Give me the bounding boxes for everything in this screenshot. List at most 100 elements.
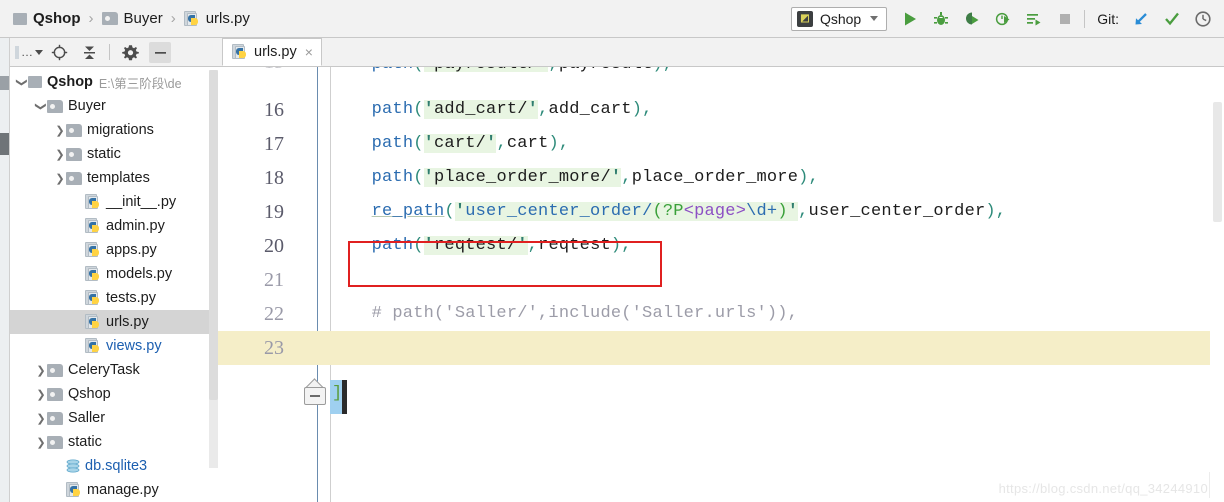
python-file-icon — [66, 482, 82, 498]
settings-gear-button[interactable] — [119, 42, 141, 63]
fold-marker-icon[interactable] — [302, 378, 328, 406]
chevron-right-icon[interactable]: ❯ — [54, 172, 66, 185]
top-toolbar: Qshop › Buyer › urls.py ◩ Qshop Git: — [0, 0, 1224, 38]
project-scrollbar-thumb[interactable] — [209, 70, 218, 400]
line-number: 21 — [264, 269, 284, 291]
tree-node-templates[interactable]: ❯ templates — [10, 166, 218, 190]
python-file-icon — [232, 44, 248, 60]
git-history-icon[interactable] — [1192, 8, 1214, 30]
project-panel-toolbar: … — [10, 38, 218, 67]
code-text: path('cart/',cart), — [371, 134, 570, 153]
chevron-right-icon[interactable]: ❯ — [35, 364, 47, 377]
tree-node-models-py[interactable]: models.py — [10, 262, 218, 286]
tree-node-manage-py[interactable]: manage.py — [10, 478, 218, 502]
tree-node-views-py[interactable]: views.py — [10, 334, 218, 358]
project-scrollbar[interactable] — [209, 70, 218, 468]
code-line-22[interactable]: 22 # path('Saller/',include('Saller.urls… — [218, 297, 1224, 331]
node-icon — [28, 76, 42, 88]
tree-node-label: migrations — [87, 122, 154, 138]
tree-node-db-sqlite3[interactable]: db.sqlite3 — [10, 454, 218, 478]
tool-window-tab-project[interactable] — [0, 76, 9, 90]
chevron-right-icon[interactable]: ❯ — [35, 436, 47, 449]
chevron-right-icon[interactable]: ❯ — [54, 124, 66, 137]
code-line-19[interactable]: 19 re_path('user_center_order/(?P<page>\… — [218, 195, 1224, 229]
tree-node-saller[interactable]: ❯ Saller — [10, 406, 218, 430]
profile-button[interactable] — [992, 8, 1014, 30]
tree-node-admin-py[interactable]: admin.py — [10, 214, 218, 238]
code-line-17[interactable]: 17 path('cart/',cart), — [218, 127, 1224, 161]
hide-panel-button[interactable] — [149, 41, 171, 63]
close-icon[interactable]: × — [305, 44, 313, 60]
collapse-all-button[interactable] — [78, 42, 100, 63]
chevron-right-icon[interactable]: ❯ — [35, 412, 47, 425]
breadcrumb-item-file[interactable]: urls.py — [181, 10, 253, 27]
tree-node--init-py[interactable]: __init__.py — [10, 190, 218, 214]
code-line-16[interactable]: 16 path('add_cart/',add_cart), — [218, 93, 1224, 127]
tree-node-label: models.py — [106, 266, 173, 282]
code-lines: 15 path('payresult/',payresult),16 path(… — [218, 67, 1224, 365]
tree-node-qshop[interactable]: ❯ Qshop — [10, 382, 218, 406]
line-number: 22 — [264, 303, 284, 325]
git-update-icon[interactable] — [1130, 8, 1152, 30]
tree-node-label: static — [87, 146, 121, 162]
folder-icon — [66, 171, 82, 185]
line-number: 23 — [264, 337, 284, 359]
python-file-icon — [85, 338, 101, 354]
toolbar-divider — [109, 44, 110, 60]
breadcrumb-label: Qshop — [33, 10, 81, 27]
tree-node-label: Buyer — [68, 98, 106, 114]
tree-node-static[interactable]: ❯ static — [10, 142, 218, 166]
code-line-18[interactable]: 18 path('place_order_more/',place_order_… — [218, 161, 1224, 195]
code-text: # path('Saller/',include('Saller.urls'))… — [330, 304, 799, 323]
run-configuration-selector[interactable]: ◩ Qshop — [790, 6, 888, 31]
tree-node-tests-py[interactable]: tests.py — [10, 286, 218, 310]
editor-tab-urls-py[interactable]: urls.py × — [222, 38, 322, 66]
select-opened-file-button[interactable] — [48, 42, 70, 63]
tree-node-celerytask[interactable]: ❯ CeleryTask — [10, 358, 218, 382]
watermark-divider — [1209, 472, 1210, 498]
python-file-icon — [85, 242, 101, 258]
stop-button[interactable] — [1054, 8, 1076, 30]
chevron-right-icon[interactable]: ❯ — [35, 388, 47, 401]
watermark: https://blog.csdn.net/qq_34244910 — [998, 481, 1208, 496]
run-button[interactable] — [899, 8, 921, 30]
code-line-20[interactable]: 20 path('reqtest/',reqtest), — [218, 229, 1224, 263]
breadcrumb-item-module[interactable]: Buyer — [99, 10, 166, 27]
code-line-15[interactable]: 15 path('payresult/',payresult), — [218, 67, 1224, 93]
breadcrumb-item-project[interactable]: Qshop — [10, 10, 84, 27]
tree-node-migrations[interactable]: ❯ migrations — [10, 118, 218, 142]
run-with-coverage-button[interactable] — [961, 8, 983, 30]
line-number: 18 — [264, 167, 284, 189]
project-view-selector[interactable]: … — [15, 42, 43, 63]
editor-scrollbar-thumb[interactable] — [1213, 102, 1222, 222]
chevron-down-icon[interactable]: ❯ — [35, 100, 48, 112]
tree-node-static[interactable]: ❯ static — [10, 430, 218, 454]
text-caret — [342, 380, 347, 414]
tree-node-urls-py[interactable]: urls.py — [10, 310, 218, 334]
tree-node-label: CeleryTask — [68, 362, 140, 378]
node-icon — [66, 482, 82, 498]
left-tool-strip — [0, 38, 10, 502]
chevron-right-icon[interactable]: ❯ — [54, 148, 66, 161]
tree-node-label: admin.py — [106, 218, 165, 234]
tree-node-label: Qshop — [68, 386, 111, 402]
tree-node-apps-py[interactable]: apps.py — [10, 238, 218, 262]
python-file-icon — [85, 266, 101, 282]
code-text: path('place_order_more/',place_order_mor… — [371, 168, 819, 187]
run-console-button[interactable] — [1023, 8, 1045, 30]
tool-window-tab-structure[interactable] — [0, 133, 9, 155]
chevron-down-icon[interactable]: ❯ — [16, 76, 29, 88]
debug-button[interactable] — [930, 8, 952, 30]
code-editor[interactable]: 15 path('payresult/',payresult),16 path(… — [218, 67, 1224, 502]
node-icon — [85, 266, 101, 282]
project-view-icon — [15, 45, 19, 59]
editor-scrollbar[interactable] — [1210, 96, 1224, 502]
git-commit-icon[interactable] — [1161, 8, 1183, 30]
tree-node-label: urls.py — [106, 314, 149, 330]
tree-node-qshop[interactable]: ❯ Qshop E:\第三阶段\de — [10, 70, 218, 94]
tree-node-buyer[interactable]: ❯ Buyer — [10, 94, 218, 118]
project-tree[interactable]: ❯ Qshop E:\第三阶段\de ❯ Buyer ❯ migrations ❯ static… — [10, 67, 218, 502]
code-line-23[interactable]: 23 — [218, 331, 1224, 365]
code-line-21[interactable]: 21 — [218, 263, 1224, 297]
node-icon — [85, 338, 101, 354]
